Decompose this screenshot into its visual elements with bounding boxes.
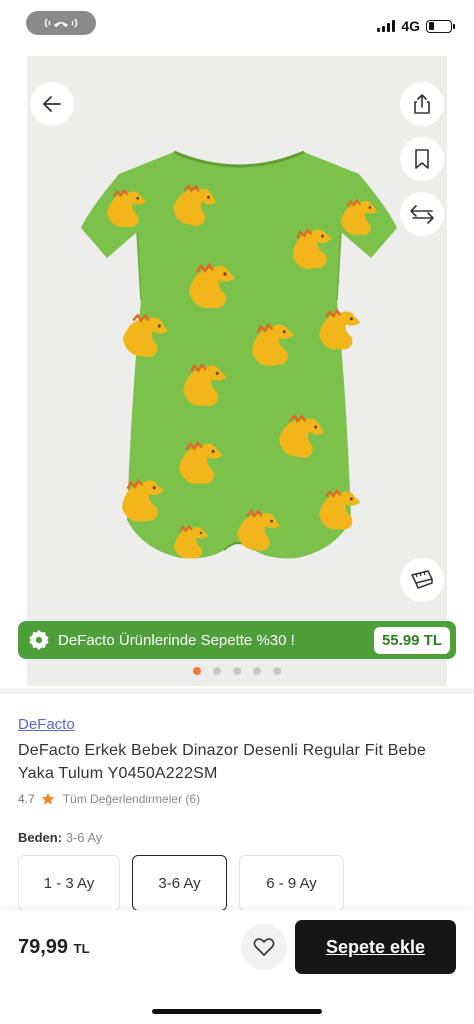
price-currency: TL <box>73 941 90 956</box>
size-label: Beden: 3-6 Ay <box>18 830 102 845</box>
heart-icon <box>253 938 275 956</box>
rating-value: 4.7 <box>18 792 35 806</box>
home-indicator[interactable] <box>152 1009 322 1014</box>
rating-row[interactable]: 4.7 Tüm Değerlendirmeler (6) <box>18 792 200 806</box>
pagination-dot-active[interactable] <box>193 667 201 675</box>
phone-icon <box>44 18 78 28</box>
status-bar: 4G <box>0 0 474 56</box>
pagination-dot[interactable] <box>273 667 281 675</box>
network-type: 4G <box>401 18 420 34</box>
size-option-selected[interactable]: 3-6 Ay <box>132 855 227 911</box>
pagination-dot[interactable] <box>213 667 221 675</box>
size-guide-button[interactable] <box>400 558 444 602</box>
product-price: 79,99 TL <box>18 936 90 959</box>
pagination-dot[interactable] <box>233 667 241 675</box>
size-label-text: Beden: <box>18 830 63 845</box>
signal-strength-icon <box>377 20 396 32</box>
share-button[interactable] <box>400 82 444 126</box>
compare-icon <box>410 205 434 224</box>
star-icon <box>41 792 54 805</box>
active-call-pill[interactable] <box>26 11 96 35</box>
gallery-pagination <box>0 667 474 675</box>
discount-badge-icon <box>29 630 49 650</box>
section-divider <box>0 688 474 694</box>
promo-banner[interactable]: DeFacto Ürünlerinde Sepette %30 ! 55.99 … <box>18 621 456 659</box>
compare-button[interactable] <box>400 192 444 236</box>
promo-price: 55.99 TL <box>373 626 450 654</box>
favorite-button[interactable] <box>241 924 287 970</box>
brand-link[interactable]: DeFacto <box>18 716 75 733</box>
back-arrow-icon <box>43 96 61 112</box>
size-option[interactable]: 1 - 3 Ay <box>18 855 120 911</box>
add-to-cart-button[interactable]: Sepete ekle <box>295 920 456 974</box>
status-indicators: 4G <box>377 18 455 34</box>
back-button[interactable] <box>30 82 74 126</box>
all-reviews-link[interactable]: Tüm Değerlendirmeler (6) <box>63 792 200 806</box>
share-icon <box>414 94 430 114</box>
product-image <box>81 150 397 560</box>
battery-icon <box>426 19 455 33</box>
bookmark-icon <box>415 149 429 169</box>
promo-text: DeFacto Ürünlerinde Sepette %30 ! <box>58 631 295 649</box>
selected-size: 3-6 Ay <box>65 830 103 845</box>
price-value: 79,99 <box>18 936 69 958</box>
bookmark-button[interactable] <box>400 137 444 181</box>
product-title: DeFacto Erkek Bebek Dinazor Desenli Regu… <box>18 742 426 782</box>
size-guide-icon <box>411 570 433 589</box>
pagination-dot[interactable] <box>253 667 261 675</box>
size-option[interactable]: 6 - 9 Ay <box>239 855 344 911</box>
